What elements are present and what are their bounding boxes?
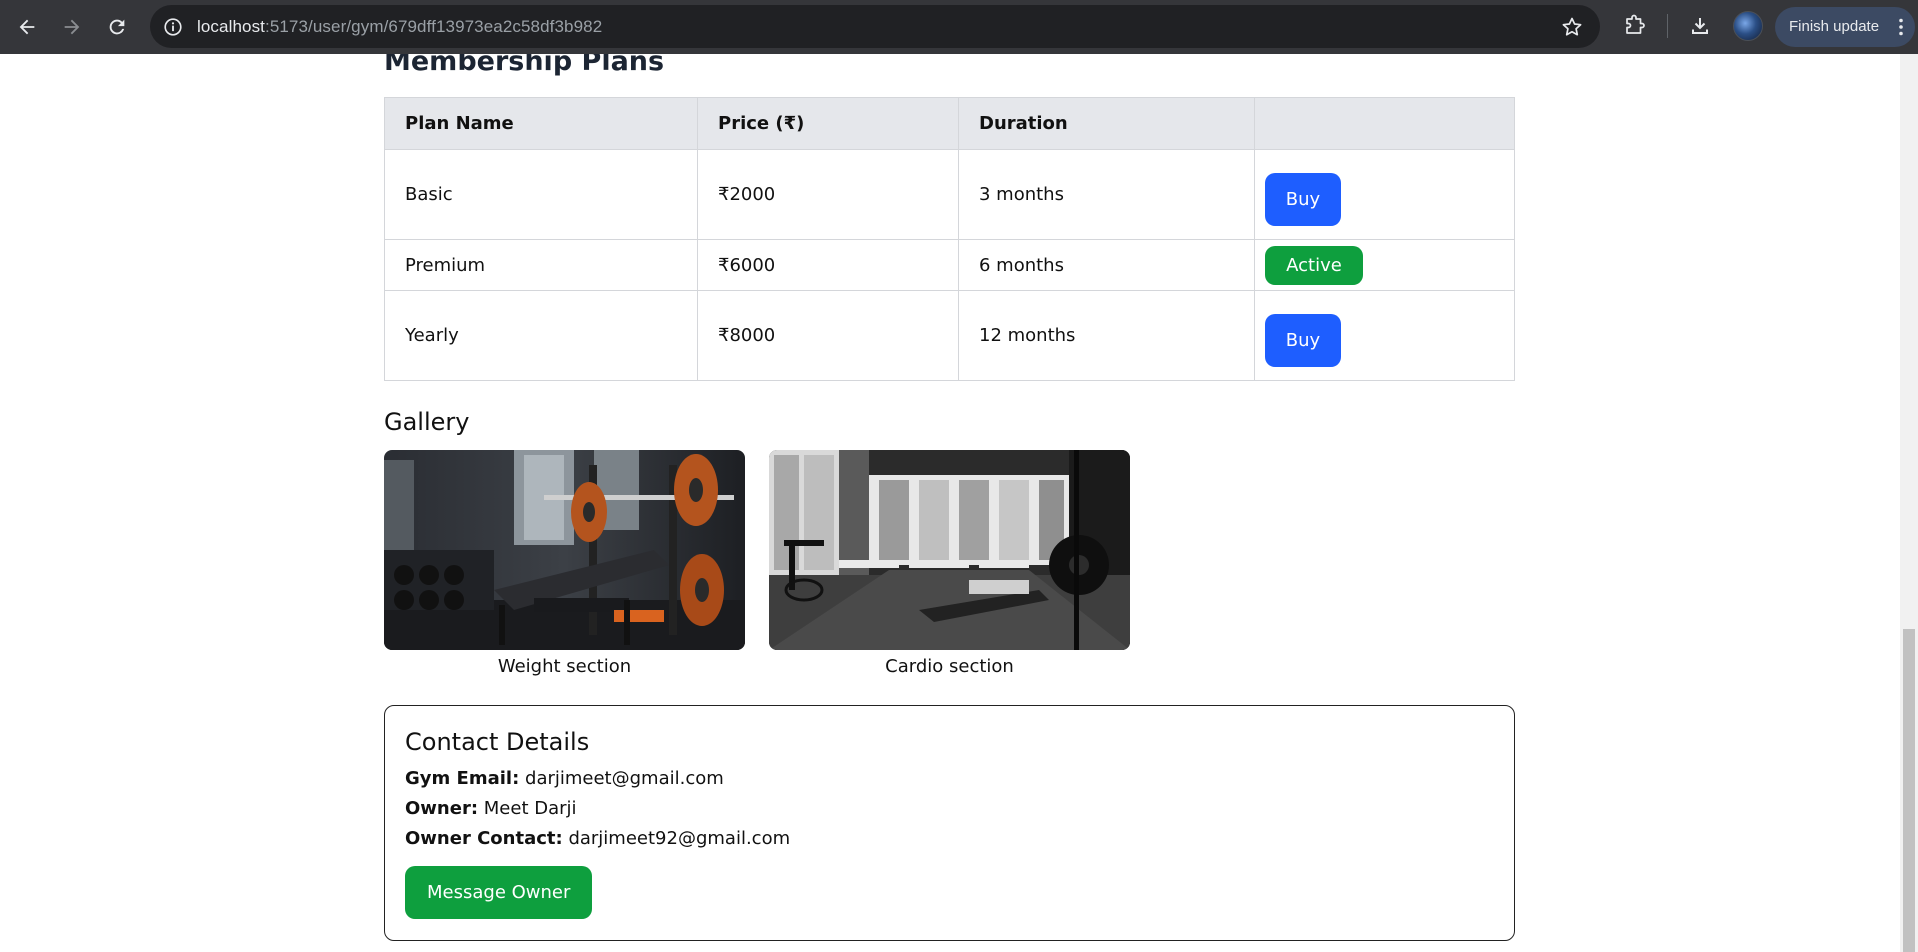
gym-email-line: Gym Email: darjimeet@gmail.com bbox=[405, 764, 1494, 794]
gallery-caption: Weight section bbox=[497, 656, 632, 677]
table-header-row: Plan Name Price (₹) Duration bbox=[384, 97, 1515, 150]
browser-toolbar: localhost:5173/user/gym/679dff13973ea2c5… bbox=[0, 0, 1918, 54]
plan-price-cell: ₹6000 bbox=[697, 239, 959, 291]
plan-action-cell: Buy bbox=[1254, 290, 1515, 381]
owner-label: Owner: bbox=[405, 798, 479, 819]
finish-update-label: Finish update bbox=[1789, 18, 1880, 35]
plan-name-cell: Premium bbox=[384, 239, 698, 291]
plan-action-cell: Buy bbox=[1254, 149, 1515, 240]
plan-name-cell: Basic bbox=[384, 149, 698, 240]
gallery-caption: Cardio section bbox=[885, 656, 1014, 677]
active-plan-badge: Active bbox=[1265, 245, 1363, 285]
page-viewport: Membership Plans Plan Name Price (₹) Dur… bbox=[0, 54, 1900, 952]
extensions-icon[interactable] bbox=[1620, 12, 1648, 40]
table-row: Premium ₹6000 6 months Active bbox=[384, 239, 1515, 291]
back-arrow-icon[interactable] bbox=[9, 9, 45, 45]
buy-basic-button[interactable]: Buy bbox=[1265, 173, 1341, 226]
bookmark-star-icon[interactable] bbox=[1560, 15, 1584, 39]
gallery-item: Cardio section bbox=[769, 450, 1130, 677]
plan-duration-cell: 6 months bbox=[958, 239, 1255, 291]
plan-name-cell: Yearly bbox=[384, 290, 698, 381]
membership-plans-table: Plan Name Price (₹) Duration Basic ₹2000… bbox=[384, 97, 1515, 381]
finish-update-button[interactable]: Finish update bbox=[1775, 7, 1915, 47]
plan-action-cell: Active bbox=[1254, 239, 1515, 291]
scrollbar-thumb[interactable] bbox=[1903, 629, 1915, 952]
col-action bbox=[1254, 97, 1515, 150]
plan-price-cell: ₹8000 bbox=[697, 290, 959, 381]
weight-section-image[interactable] bbox=[384, 450, 745, 650]
gallery-item: Weight section bbox=[384, 450, 745, 677]
owner-contact-label: Owner Contact: bbox=[405, 828, 563, 849]
col-price: Price (₹) bbox=[697, 97, 959, 150]
plan-duration-cell: 12 months bbox=[958, 290, 1255, 381]
cardio-section-image[interactable] bbox=[769, 450, 1130, 650]
table-row: Yearly ₹8000 12 months Buy bbox=[384, 290, 1515, 381]
gym-email-label: Gym Email: bbox=[405, 768, 520, 789]
contact-details-title: Contact Details bbox=[405, 728, 590, 756]
contact-details-card: Contact Details Gym Email: darjimeet@gma… bbox=[384, 705, 1515, 941]
col-duration: Duration bbox=[958, 97, 1255, 150]
address-bar[interactable]: localhost:5173/user/gym/679dff13973ea2c5… bbox=[150, 5, 1600, 48]
plan-duration-cell: 3 months bbox=[958, 149, 1255, 240]
page-scrollbar[interactable] bbox=[1900, 54, 1918, 952]
site-info-icon[interactable] bbox=[162, 16, 184, 38]
forward-arrow-icon[interactable] bbox=[54, 9, 90, 45]
more-vert-icon[interactable] bbox=[1899, 18, 1903, 36]
owner-contact-value: darjimeet92@gmail.com bbox=[568, 828, 791, 849]
plan-price-cell: ₹2000 bbox=[697, 149, 959, 240]
owner-value: Meet Darji bbox=[483, 798, 577, 819]
profile-avatar[interactable] bbox=[1733, 11, 1763, 41]
url-text: localhost:5173/user/gym/679dff13973ea2c5… bbox=[197, 17, 603, 36]
download-icon[interactable] bbox=[1686, 12, 1714, 40]
buy-yearly-button[interactable]: Buy bbox=[1265, 314, 1341, 367]
owner-line: Owner: Meet Darji bbox=[405, 794, 1494, 824]
toolbar-divider bbox=[1667, 14, 1668, 38]
reload-icon[interactable] bbox=[99, 9, 135, 45]
membership-plans-title: Membership Plans bbox=[384, 54, 665, 77]
col-plan-name: Plan Name bbox=[384, 97, 698, 150]
message-owner-button[interactable]: Message Owner bbox=[405, 866, 593, 919]
table-row: Basic ₹2000 3 months Buy bbox=[384, 149, 1515, 240]
owner-contact-line: Owner Contact: darjimeet92@gmail.com bbox=[405, 824, 1494, 854]
gallery-title: Gallery bbox=[384, 408, 470, 436]
gym-email-value: darjimeet@gmail.com bbox=[525, 768, 724, 789]
